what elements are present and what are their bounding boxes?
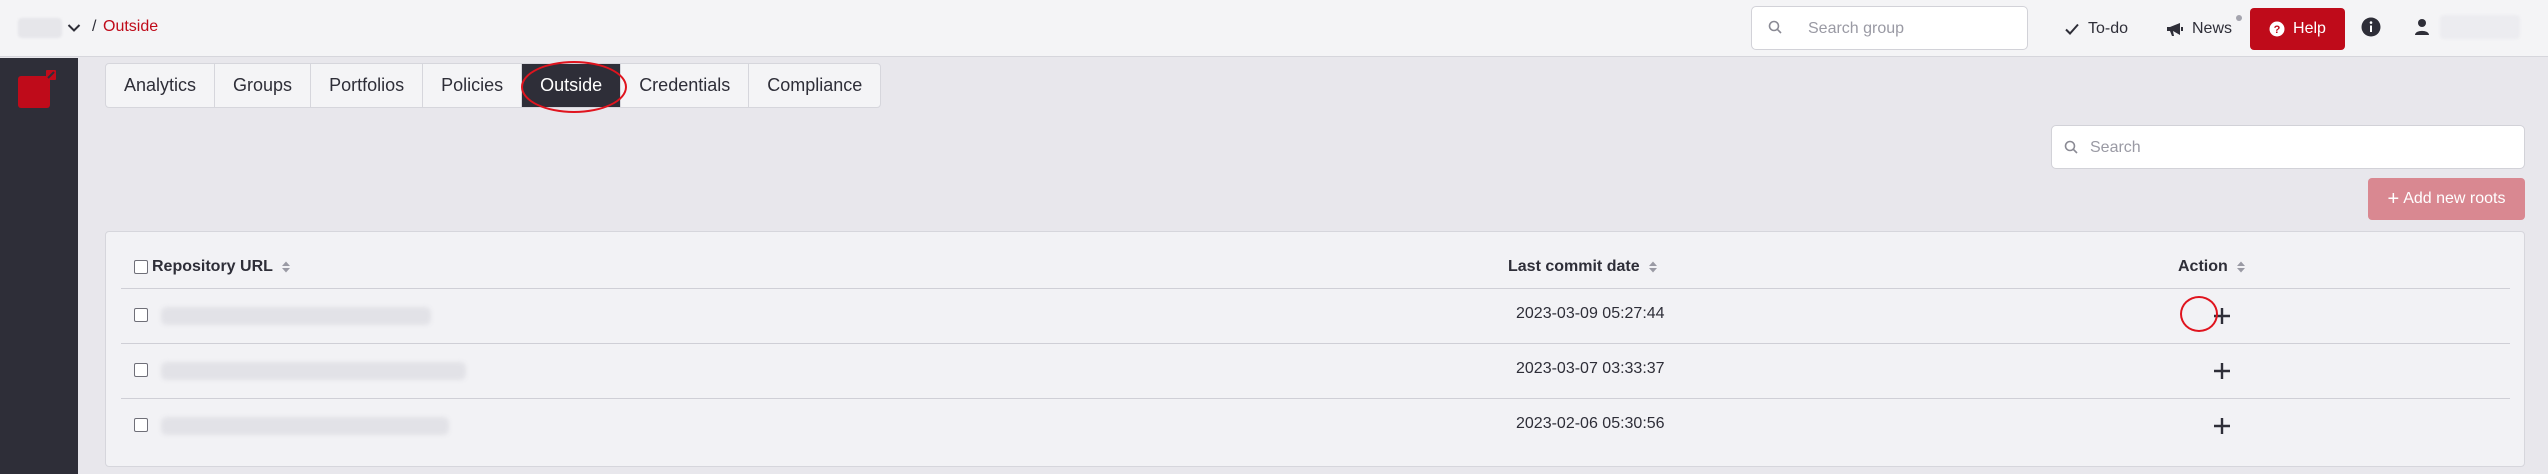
tab-credentials[interactable]: Credentials <box>621 64 750 107</box>
sort-icon <box>2236 261 2245 273</box>
add-new-roots-label: Add new roots <box>2403 190 2506 207</box>
repositories-table: Repository URL Last commit date Action 2… <box>105 231 2525 467</box>
sort-icon <box>281 261 290 273</box>
svg-text:?: ? <box>2274 24 2281 36</box>
column-header-label: Last commit date <box>1508 258 1640 275</box>
repository-url-redacted[interactable] <box>161 417 449 435</box>
group-search-box[interactable] <box>1751 6 2028 50</box>
tab-portfolios[interactable]: Portfolios <box>311 64 424 107</box>
tab-groups[interactable]: Groups <box>215 64 312 107</box>
add-new-roots-button[interactable]: + Add new roots <box>2368 178 2525 220</box>
column-header-last-commit-date[interactable]: Last commit date <box>1508 258 1658 276</box>
sidebar <box>0 58 78 474</box>
todo-label: To-do <box>2088 20 2129 37</box>
tab-policies[interactable]: Policies <box>423 64 523 107</box>
table-row: 2023-02-06 05:30:56 <box>121 399 2510 453</box>
logo-icon[interactable] <box>16 68 60 117</box>
plus-icon[interactable] <box>2207 356 2237 386</box>
tab-compliance[interactable]: Compliance <box>749 64 880 107</box>
chevron-down-icon[interactable] <box>64 18 84 38</box>
question-circle-icon: ? <box>2269 21 2285 37</box>
row-checkbox[interactable] <box>134 418 148 437</box>
tab-outside[interactable]: Outside <box>522 64 622 107</box>
table-row: 2023-03-07 03:33:37 <box>121 344 2510 398</box>
plus-icon[interactable] <box>2207 411 2237 441</box>
breadcrumb-current[interactable]: Outside <box>103 18 158 36</box>
news-link[interactable]: News <box>2166 18 2232 40</box>
select-all-checkbox[interactable] <box>134 260 148 279</box>
repository-url-redacted[interactable] <box>161 362 466 380</box>
breadcrumb-separator: / <box>92 18 97 35</box>
last-commit-date: 2023-02-06 05:30:56 <box>1516 415 1665 432</box>
plus-icon[interactable] <box>2207 301 2237 331</box>
news-label: News <box>2192 20 2233 37</box>
todo-link[interactable]: To-do <box>2064 18 2128 40</box>
plus-icon: + <box>2387 188 2400 210</box>
news-notification-dot <box>2236 15 2242 21</box>
help-button[interactable]: ? Help <box>2250 8 2345 50</box>
info-icon[interactable] <box>2361 17 2381 42</box>
column-header-label: Action <box>2178 258 2228 275</box>
row-checkbox[interactable] <box>134 308 148 327</box>
user-name-redacted[interactable] <box>2440 15 2520 39</box>
tab-bar: Analytics Groups Portfolios Policies Out… <box>105 63 882 108</box>
row-checkbox[interactable] <box>134 363 148 382</box>
repository-url-redacted[interactable] <box>161 307 431 325</box>
tab-analytics[interactable]: Analytics <box>106 64 216 107</box>
search-icon <box>1768 20 1782 39</box>
column-header-repository-url[interactable]: Repository URL <box>152 258 291 276</box>
roots-search-box[interactable] <box>2051 125 2525 169</box>
user-icon[interactable] <box>2413 17 2431 42</box>
search-icon <box>2064 140 2078 159</box>
help-label: Help <box>2293 20 2326 37</box>
organization-name-redacted[interactable] <box>18 18 62 38</box>
column-header-action[interactable]: Action <box>2178 258 2246 276</box>
megaphone-icon <box>2167 23 2183 36</box>
sort-icon <box>1648 261 1657 273</box>
check-icon <box>2065 23 2079 35</box>
last-commit-date: 2023-03-07 03:33:37 <box>1516 360 1665 377</box>
column-header-label: Repository URL <box>152 258 273 275</box>
group-search-input[interactable] <box>1808 17 2008 41</box>
last-commit-date: 2023-03-09 05:27:44 <box>1516 305 1665 322</box>
table-row: 2023-03-09 05:27:44 <box>121 289 2510 343</box>
top-bar: / Outside To-do News ? Help <box>0 0 2548 57</box>
roots-search-input[interactable] <box>2090 136 2510 160</box>
